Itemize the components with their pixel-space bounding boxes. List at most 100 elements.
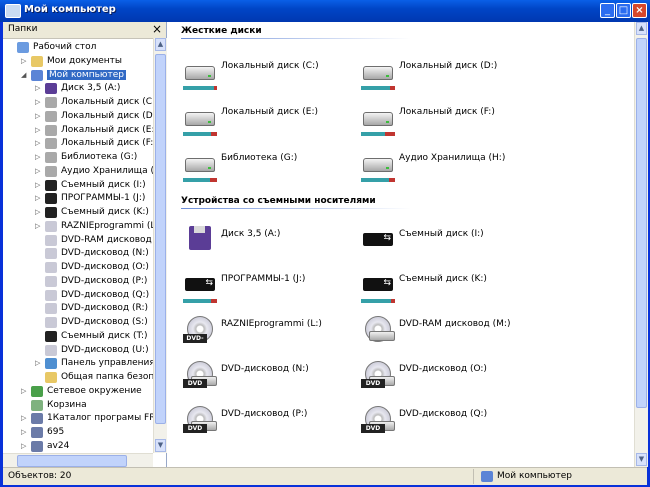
expand-arrow-icon[interactable]: ▷ bbox=[35, 112, 41, 120]
tree-item-label: DVD-дисковод (N:) bbox=[61, 248, 149, 259]
drive-item[interactable]: Локальный диск (D:) bbox=[357, 56, 527, 92]
tree-scrollbar[interactable]: ▲ ▼ bbox=[153, 38, 167, 453]
drive-item[interactable]: DVD-ROM RAZNIEprogrammi (L:) bbox=[179, 314, 349, 351]
expand-arrow-icon[interactable] bbox=[35, 292, 41, 299]
expand-arrow-icon[interactable]: ▷ bbox=[21, 429, 27, 436]
expand-arrow-icon[interactable]: ▷ bbox=[35, 140, 41, 147]
folders-header: Папки × bbox=[3, 22, 166, 39]
expand-arrow-icon[interactable] bbox=[21, 402, 27, 409]
folder-icon bbox=[45, 124, 57, 136]
folder-icon bbox=[31, 440, 43, 452]
drive-label: Локальный диск (C:) bbox=[221, 61, 319, 71]
folder-icon bbox=[45, 358, 57, 370]
expand-arrow-icon[interactable] bbox=[7, 44, 13, 51]
content-scroll-thumb[interactable] bbox=[636, 38, 647, 408]
expand-arrow-icon[interactable] bbox=[35, 278, 41, 285]
drive-label: ПРОГРАММЫ-1 (J:) bbox=[221, 274, 306, 284]
drive-item[interactable]: DVD-RAM дисковод (M:) bbox=[357, 314, 527, 350]
expand-arrow-icon[interactable]: ◢ bbox=[21, 71, 27, 79]
drive-item[interactable]: Локальный диск (F:) bbox=[357, 102, 527, 138]
drive-item[interactable]: DVD DVD-дисковод (N:) bbox=[179, 359, 349, 395]
my-computer-icon bbox=[5, 4, 21, 18]
expand-arrow-icon[interactable]: ▷ bbox=[21, 442, 27, 450]
dvd-drive-icon bbox=[361, 316, 395, 342]
free-space-bar bbox=[361, 299, 395, 303]
expand-arrow-icon[interactable] bbox=[35, 374, 41, 381]
expand-arrow-icon[interactable]: ▷ bbox=[35, 99, 41, 106]
expand-arrow-icon[interactable]: ▷ bbox=[35, 85, 41, 92]
drive-item[interactable]: Съемный диск (I:) bbox=[357, 224, 527, 260]
folder-icon bbox=[45, 97, 57, 108]
drive-label: Диск 3,5 (A:) bbox=[221, 229, 281, 239]
tree-item-label: Панель управления bbox=[61, 358, 153, 369]
close-folders-icon[interactable]: × bbox=[152, 22, 162, 36]
scroll-up-arrow-icon[interactable]: ▲ bbox=[155, 38, 166, 51]
folder-icon bbox=[45, 179, 57, 191]
folder-icon bbox=[31, 55, 43, 67]
folders-title: Папки bbox=[8, 24, 38, 34]
drive-item[interactable]: DVD DVD-дисковод (P:) bbox=[179, 404, 349, 440]
folder-icon bbox=[17, 42, 29, 53]
drive-item[interactable]: Диск 3,5 (A:) bbox=[179, 224, 349, 260]
folder-icon bbox=[31, 385, 43, 397]
expand-arrow-icon[interactable]: ▷ bbox=[35, 195, 41, 202]
drive-item[interactable]: Библиотека (G:) bbox=[179, 148, 349, 184]
expand-arrow-icon[interactable] bbox=[35, 347, 41, 354]
horizontal-scroll-thumb[interactable] bbox=[17, 455, 127, 467]
drive-label: Библиотека (G:) bbox=[221, 153, 298, 163]
free-space-bar bbox=[361, 178, 395, 182]
tree-item-label: DVD-дисковод (O:) bbox=[61, 262, 149, 272]
explorer-window: Мой компьютер _ □ × Папки × Рабочий стол… bbox=[0, 0, 650, 487]
expand-arrow-icon[interactable]: ▷ bbox=[21, 57, 27, 65]
drive-item[interactable]: DVD DVD-дисковод (Q:) bbox=[357, 404, 527, 440]
expand-arrow-icon[interactable]: ▷ bbox=[21, 415, 27, 422]
flash-drive-icon bbox=[183, 271, 217, 297]
expand-arrow-icon[interactable]: ▷ bbox=[35, 209, 41, 216]
tree-item-label: Аудио Хранилища (H:) bbox=[61, 165, 153, 176]
tree-item-label: Локальный диск (C:) bbox=[61, 97, 153, 107]
content-scrollbar[interactable]: ▲ ▼ bbox=[634, 22, 648, 467]
expand-arrow-icon[interactable] bbox=[35, 250, 41, 257]
folder-icon bbox=[45, 372, 57, 383]
dvd-rom-icon: DVD-ROM bbox=[183, 316, 217, 351]
expand-arrow-icon[interactable] bbox=[35, 333, 41, 340]
expand-arrow-icon[interactable]: ▷ bbox=[35, 167, 41, 175]
hard-drive-icon bbox=[361, 150, 395, 176]
expand-arrow-icon[interactable]: ▷ bbox=[35, 181, 41, 189]
expand-arrow-icon[interactable] bbox=[35, 264, 41, 271]
tree-item-label: 1Каталог програмы FREESO bbox=[47, 413, 153, 424]
floppy-icon bbox=[183, 226, 217, 252]
folder-icon bbox=[45, 317, 57, 328]
drive-item[interactable]: Локальный диск (C:) bbox=[179, 56, 349, 92]
close-button[interactable]: × bbox=[632, 3, 647, 18]
drive-label: DVD-RAM дисковод (M:) bbox=[399, 319, 511, 329]
drive-item[interactable]: Съемный диск (K:) bbox=[357, 269, 527, 305]
expand-arrow-icon[interactable] bbox=[35, 319, 41, 326]
free-space-bar bbox=[183, 86, 217, 90]
scroll-down-arrow-icon[interactable]: ▼ bbox=[636, 453, 647, 466]
group-divider bbox=[181, 38, 411, 39]
scroll-up-arrow-icon[interactable]: ▲ bbox=[636, 22, 647, 35]
group-divider bbox=[181, 208, 411, 209]
expand-arrow-icon[interactable] bbox=[35, 237, 41, 244]
dvd-drive-icon: DVD bbox=[183, 406, 217, 433]
title-bar[interactable]: Мой компьютер _ □ × bbox=[0, 0, 650, 22]
drive-item[interactable]: Локальный диск (E:) bbox=[179, 102, 349, 138]
free-space-bar bbox=[183, 132, 217, 136]
expand-arrow-icon[interactable]: ▷ bbox=[35, 154, 41, 161]
drive-item[interactable]: ПРОГРАММЫ-1 (J:) bbox=[179, 269, 349, 305]
drive-item[interactable]: Аудио Хранилища (H:) bbox=[357, 148, 527, 184]
tree-horizontal-scrollbar[interactable] bbox=[3, 453, 153, 468]
expand-arrow-icon[interactable] bbox=[35, 305, 41, 312]
tree-item-label: Корзина bbox=[47, 399, 87, 410]
expand-arrow-icon[interactable]: ▷ bbox=[35, 222, 41, 230]
expand-arrow-icon[interactable]: ▷ bbox=[35, 126, 41, 134]
expand-arrow-icon[interactable]: ▷ bbox=[21, 387, 27, 395]
tree-scroll-thumb[interactable] bbox=[155, 54, 166, 424]
expand-arrow-icon[interactable]: ▷ bbox=[35, 360, 41, 367]
minimize-button[interactable]: _ bbox=[600, 3, 615, 18]
drive-item[interactable]: DVD DVD-дисковод (O:) bbox=[357, 359, 527, 395]
scroll-down-arrow-icon[interactable]: ▼ bbox=[155, 439, 166, 452]
maximize-button[interactable]: □ bbox=[616, 3, 631, 18]
tree-item-label: Мои документы bbox=[47, 55, 123, 66]
